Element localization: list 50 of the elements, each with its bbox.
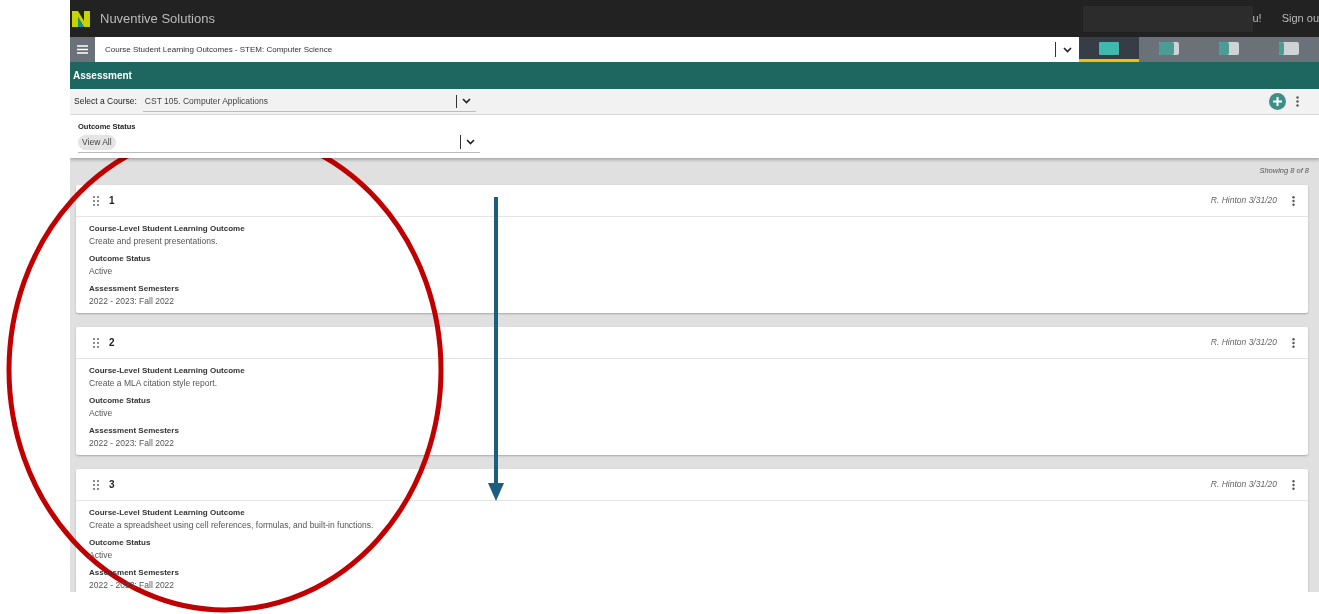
menu-button[interactable] xyxy=(70,37,95,62)
field-value: Create a MLA citation style report. xyxy=(89,377,218,391)
more-vertical-icon[interactable] xyxy=(1292,195,1295,206)
section-title: Assessment xyxy=(73,69,132,83)
layout-icon xyxy=(1159,41,1179,55)
field-label: Course-Level Student Learning Outcome xyxy=(89,365,245,378)
outcome-number: 1 xyxy=(109,194,115,209)
author-date: R. Hinton 3/31/20 xyxy=(1210,194,1277,208)
course-dropdown[interactable]: CST 105. Computer Applications xyxy=(142,91,476,112)
more-vertical-icon[interactable] xyxy=(1292,337,1295,348)
author-date: R. Hinton 3/31/20 xyxy=(1210,478,1277,492)
app-title: Nuventive Solutions xyxy=(100,9,215,28)
chevron-down-icon xyxy=(461,98,471,104)
outcome-number: 3 xyxy=(109,478,115,493)
logo-icon xyxy=(72,8,90,29)
field-label: Assessment Semesters xyxy=(89,283,179,296)
chevron-down-icon xyxy=(466,139,475,146)
sign-out-link[interactable]: Sign ou xyxy=(1281,10,1319,27)
field-value: Create a spreadsheet using cell references, formulas, and built-in functions. xyxy=(89,519,374,533)
more-vertical-icon[interactable] xyxy=(1296,96,1299,107)
plus-icon xyxy=(1273,97,1282,106)
field-value: Active xyxy=(89,407,113,421)
drag-handle-icon[interactable] xyxy=(93,195,99,206)
field-label: Select a Course: xyxy=(74,95,137,108)
more-vertical-icon[interactable] xyxy=(1292,479,1295,490)
field-label: Assessment Semesters xyxy=(89,425,179,438)
layout-icon xyxy=(1219,41,1239,55)
field-label: Outcome Status xyxy=(89,253,151,266)
chevron-down-icon xyxy=(1063,46,1072,53)
field-value: Active xyxy=(89,265,113,279)
filter-chip[interactable]: View All xyxy=(78,134,116,150)
drag-handle-icon[interactable] xyxy=(93,337,99,348)
field-label: Outcome Status xyxy=(89,395,151,408)
greeting-text: u! xyxy=(1252,11,1262,27)
view-tab[interactable] xyxy=(1079,37,1139,62)
field-value: 2022 - 2023: Fall 2022 xyxy=(89,579,175,592)
outcome-status-field[interactable]: View All xyxy=(78,132,480,154)
menu-icon xyxy=(77,45,88,54)
drag-handle-icon[interactable] xyxy=(93,479,99,490)
field-label: Outcome Status xyxy=(89,537,151,550)
field-value: Create and present presentations. xyxy=(89,235,218,249)
field-label: Course-Level Student Learning Outcome xyxy=(89,507,245,520)
add-button[interactable] xyxy=(1269,93,1286,110)
field-value: 2022 - 2023: Fall 2022 xyxy=(89,295,175,309)
field-value: 2022 - 2023: Fall 2022 xyxy=(89,437,175,451)
layout-icon xyxy=(1279,41,1299,55)
author-date: R. Hinton 3/31/20 xyxy=(1210,336,1277,350)
layout-icon xyxy=(1099,41,1119,55)
outcome-number: 2 xyxy=(109,336,115,351)
field-label: Course-Level Student Learning Outcome xyxy=(89,223,245,236)
